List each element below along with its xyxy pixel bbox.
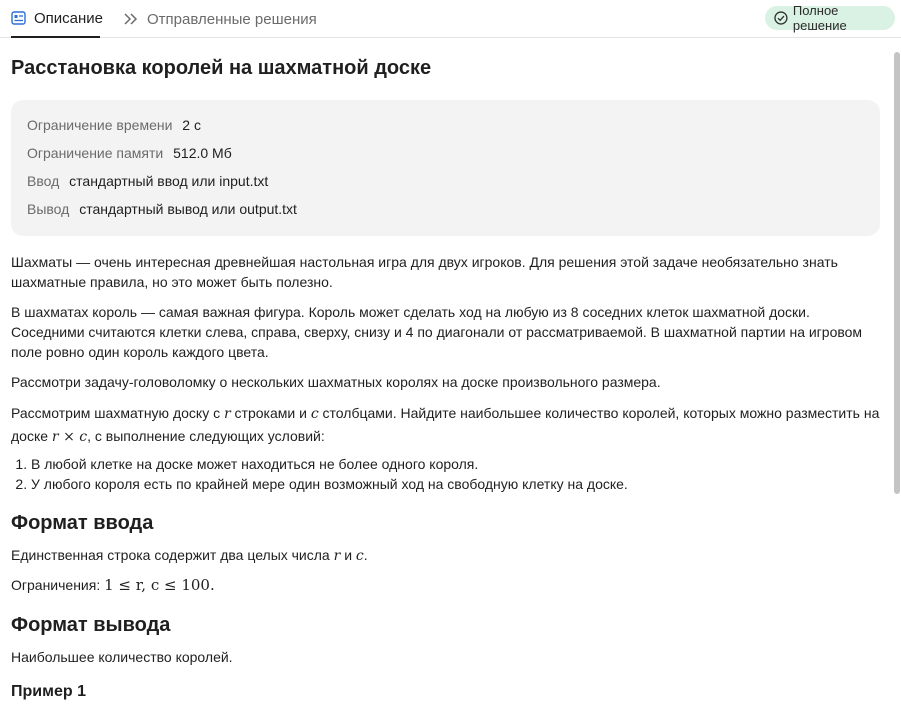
tab-description[interactable]: Описание xyxy=(11,0,104,38)
memory-limit-value: 512.0 Мб xyxy=(173,145,232,161)
statement-paragraph-3: Рассмотри задачу-головоломку о нескольки… xyxy=(11,374,661,390)
math-expr-times: × xyxy=(58,429,80,445)
output-format-text: Наибольшее количество королей. xyxy=(11,649,233,665)
tab-bar: Описание Отправленные решения Полное реш… xyxy=(0,0,901,38)
status-badge: Полное решение xyxy=(765,3,895,33)
input-text-end: . xyxy=(363,547,368,563)
p4-text-a: Рассмотрим шахматную доску с xyxy=(11,405,224,421)
time-limit-row: Ограничение времени 2 с xyxy=(27,117,201,133)
conditions-list: В любой клетке на доске может находиться… xyxy=(11,454,628,494)
output-row: Вывод стандартный вывод или output.txt xyxy=(27,201,297,217)
input-value: стандартный ввод или input.txt xyxy=(69,173,269,189)
problem-title: Расстановка королей на шахматной доске xyxy=(11,57,432,79)
math-var-c: c xyxy=(310,406,319,422)
scrollbar-thumb[interactable] xyxy=(894,52,900,494)
math-expr-r: r xyxy=(51,429,59,445)
input-and: и xyxy=(340,547,356,563)
input-format-text: Единственная строка содержит два целых ч… xyxy=(11,545,883,566)
time-limit-value: 2 с xyxy=(182,117,201,133)
statement-paragraph-1: Шахматы — очень интересная древнейшая на… xyxy=(11,254,838,290)
output-label: Вывод xyxy=(27,201,70,217)
condition-item: В любой клетке на доске может находиться… xyxy=(31,454,628,474)
input-label: Ввод xyxy=(27,173,60,189)
memory-limit-label: Ограничение памяти xyxy=(27,145,164,161)
condition-item: У любого короля есть по крайней мере оди… xyxy=(31,474,628,494)
status-badge-label: Полное решение xyxy=(792,3,847,33)
tab-description-label: Описание xyxy=(34,9,104,27)
time-limit-label: Ограничение времени xyxy=(27,117,173,133)
description-icon xyxy=(11,11,26,25)
input-row: Ввод стандартный ввод или input.txt xyxy=(27,173,268,189)
constraints-text: Ограничения: 1 ≤ r, c ≤ 100. xyxy=(11,575,883,595)
constraints-expr: 1 ≤ r, c ≤ 100. xyxy=(104,576,215,594)
memory-limit-row: Ограничение памяти 512.0 Мб xyxy=(27,145,232,161)
input-format-text-a: Единственная строка содержит два целых ч… xyxy=(11,547,334,563)
statement-paragraph-2: В шахматах король — самая важная фигура.… xyxy=(11,304,863,360)
constraints-label: Ограничения: xyxy=(11,577,105,593)
output-format-heading: Формат вывода xyxy=(11,614,171,636)
tab-submissions-label: Отправленные решения xyxy=(147,10,317,28)
check-circle-icon xyxy=(774,11,788,25)
output-value: стандартный вывод или output.txt xyxy=(79,201,297,217)
p4-text-b: строками и xyxy=(230,405,311,421)
statement-paragraph-4: Рассмотрим шахматную доску с r строками … xyxy=(11,402,883,448)
input-format-heading: Формат ввода xyxy=(11,512,154,534)
double-chevron-icon xyxy=(123,12,139,26)
p4-text-e: , с выполнение следующих условий: xyxy=(87,428,325,444)
limits-box: Ограничение времени 2 с Ограничение памя… xyxy=(11,100,880,236)
input-var-c: c xyxy=(355,548,364,564)
math-expr-c: c xyxy=(79,429,88,445)
math-var-r: r xyxy=(223,406,231,422)
tab-submissions[interactable]: Отправленные решения xyxy=(123,0,317,38)
example-heading: Пример 1 xyxy=(11,683,86,700)
